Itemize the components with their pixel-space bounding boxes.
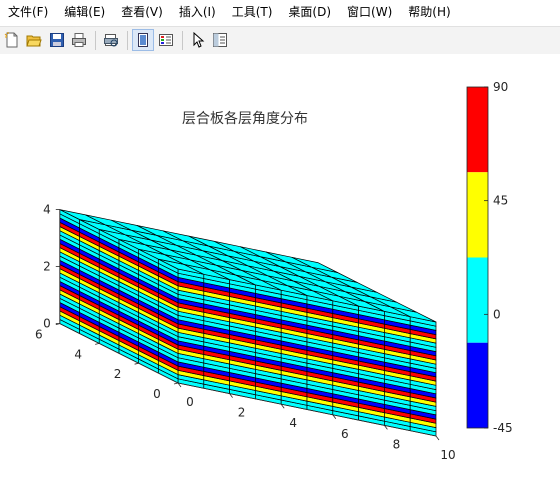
x-tick-label: 4 — [289, 416, 297, 430]
menu-bar: 文件(F) 编辑(E) 查看(V) 插入(I) 工具(T) 桌面(D) 窗口(W… — [0, 0, 560, 25]
menu-file[interactable]: 文件(F) — [0, 0, 56, 25]
menu-view[interactable]: 查看(V) — [113, 0, 171, 25]
insert-colorbar-icon[interactable] — [155, 29, 177, 51]
y-tick-label: 4 — [74, 347, 82, 361]
toolbar-separator — [95, 31, 96, 50]
property-editor-icon[interactable] — [209, 29, 231, 51]
plot-svg: 02468100246024 90450-45 层合板各层角度分布 — [35, 80, 513, 462]
colorbar-tick-label: 0 — [493, 307, 501, 321]
colorbar-tick-label: 90 — [493, 80, 508, 94]
y-tick-mark — [95, 343, 100, 345]
colorbar-segment — [467, 87, 488, 173]
new-file-icon[interactable] — [1, 29, 23, 51]
open-folder-icon[interactable] — [23, 29, 45, 51]
menu-insert[interactable]: 插入(I) — [171, 0, 224, 25]
print-icon[interactable] — [68, 29, 90, 51]
colorbar[interactable]: 90 45 0 -45 — [466, 80, 513, 435]
y-tick-label: 2 — [114, 367, 122, 381]
dock-figure-icon[interactable] — [132, 29, 154, 51]
z-tick-label: 2 — [43, 260, 51, 274]
figure-canvas: 0 2 4 6 8 10 0 2 4 6 0 2 4 90 45 0 -45 层合板各层角度分布 — [0, 54, 560, 475]
menu-help[interactable]: 帮助(H) — [400, 0, 458, 25]
colorbar-segment — [467, 257, 488, 343]
save-icon[interactable] — [46, 29, 68, 51]
y-tick-label: 6 — [35, 328, 43, 342]
toolbar-separator — [127, 31, 128, 50]
y-tick-label: 0 — [153, 387, 161, 401]
chart-title: 层合板各层角度分布 — [182, 111, 308, 127]
colorbar-segment — [467, 342, 488, 428]
menu-window[interactable]: 窗口(W) — [339, 0, 400, 25]
colorbar-segment — [467, 172, 488, 258]
z-tick-label: 4 — [43, 203, 51, 217]
menu-tools[interactable]: 工具(T) — [224, 0, 281, 25]
menu-desktop[interactable]: 桌面(D) — [280, 0, 339, 25]
x-tick-label: 8 — [393, 437, 401, 451]
x-tick-label: 0 — [186, 395, 194, 409]
x-tick-label: 6 — [341, 427, 349, 441]
print-preview-icon[interactable] — [100, 29, 122, 51]
x-tick-label: 10 — [440, 448, 455, 462]
axes-3d: 02468100246024 — [35, 203, 456, 462]
y-tick-mark — [134, 362, 139, 365]
menu-edit[interactable]: 编辑(E) — [56, 0, 113, 25]
toolbar — [0, 26, 560, 55]
pointer-icon[interactable] — [187, 29, 209, 51]
x-tick-label: 2 — [238, 406, 246, 420]
z-tick-label: 0 — [43, 317, 51, 331]
colorbar-tick-label: 45 — [493, 194, 508, 208]
x-tick-mark — [435, 435, 440, 441]
y-tick-mark — [173, 382, 179, 385]
toolbar-separator — [182, 31, 183, 50]
colorbar-tick-label: -45 — [493, 421, 513, 435]
